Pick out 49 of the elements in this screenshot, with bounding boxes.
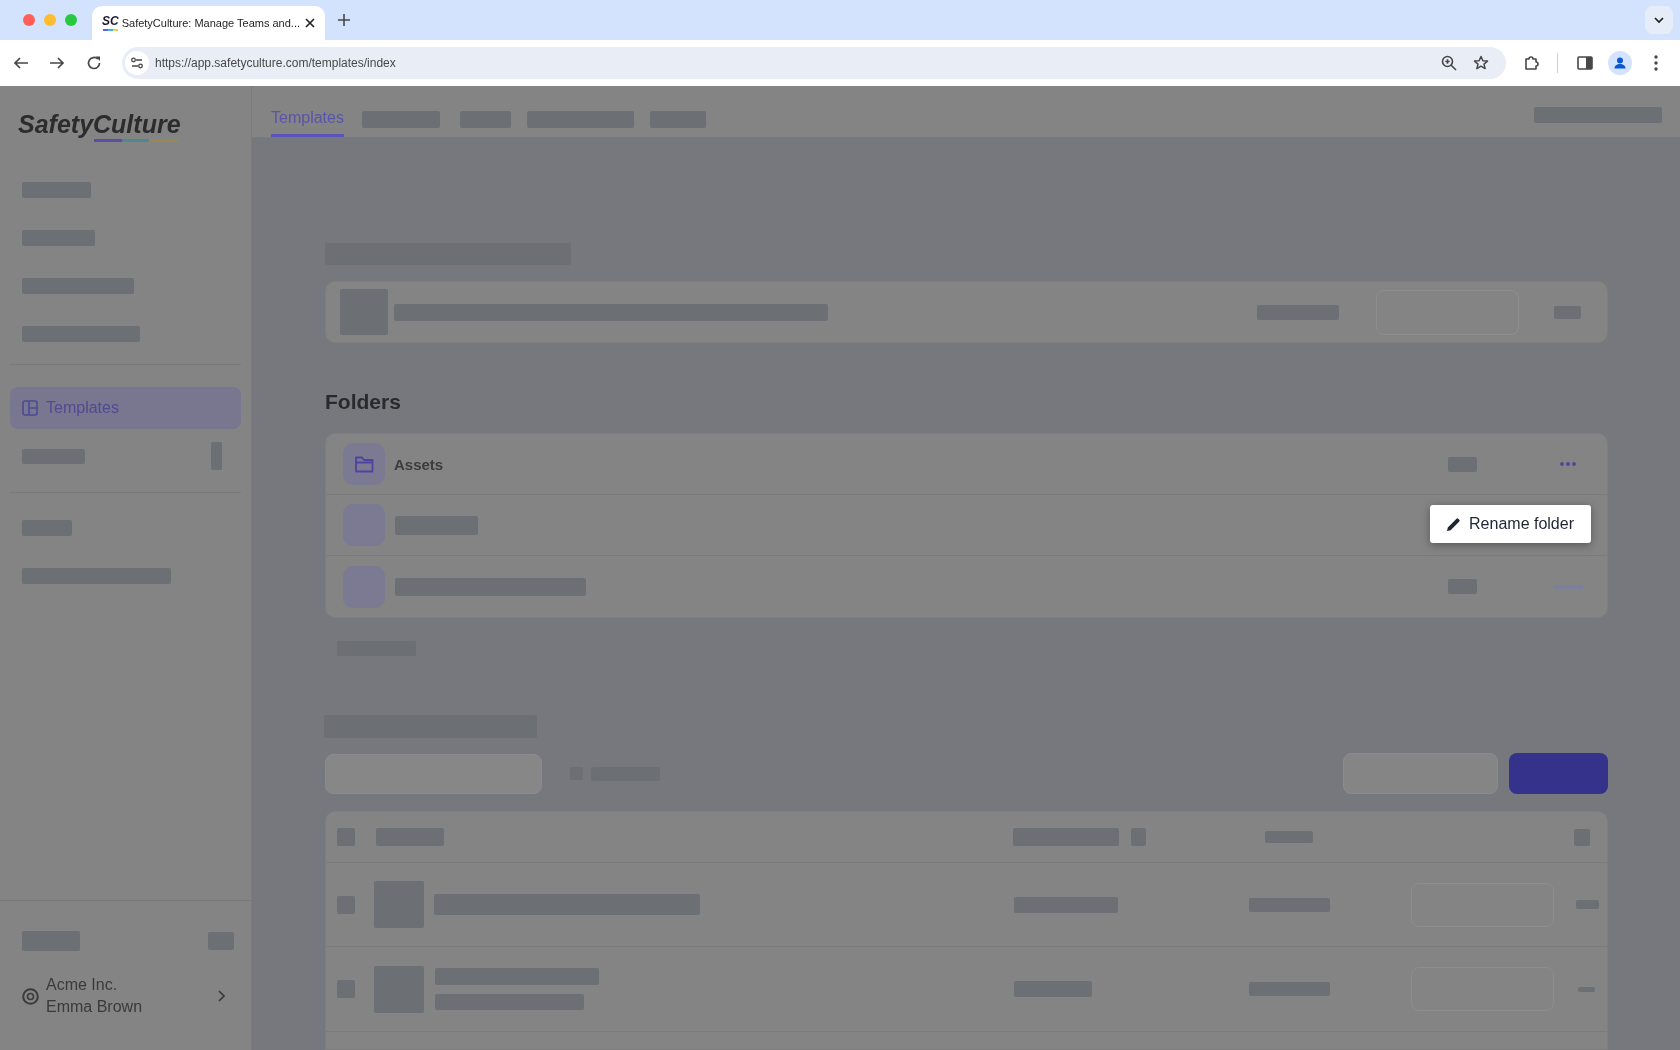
skeleton-square bbox=[1574, 828, 1590, 846]
skeleton-bar bbox=[459, 111, 511, 128]
skeleton-square bbox=[337, 980, 355, 998]
pencil-icon bbox=[1446, 516, 1462, 532]
layout-icon bbox=[22, 400, 38, 416]
skeleton-square bbox=[337, 828, 355, 846]
ring-icon bbox=[22, 987, 39, 1005]
close-icon[interactable] bbox=[305, 18, 315, 28]
plus-icon[interactable] bbox=[338, 14, 350, 26]
skeleton-bar bbox=[1554, 305, 1581, 319]
section-heading: Folders bbox=[325, 389, 402, 415]
favicon: SC bbox=[102, 15, 119, 31]
address-bar[interactable]: https://app.safetyculture.com/templates/index bbox=[122, 47, 1506, 79]
skeleton-bar bbox=[211, 442, 222, 470]
skeleton-bar bbox=[649, 111, 706, 128]
skeleton-square bbox=[337, 895, 355, 914]
profile-icon[interactable] bbox=[1608, 51, 1632, 75]
skeleton-bar bbox=[22, 448, 85, 464]
star-icon[interactable] bbox=[1473, 55, 1489, 71]
image-placeholder bbox=[374, 965, 424, 1013]
forward-arrow-icon[interactable] bbox=[49, 55, 65, 71]
skeleton-bar bbox=[22, 931, 80, 951]
user-name: Emma Brown bbox=[46, 997, 143, 1017]
folder-icon bbox=[343, 443, 385, 485]
skeleton-bar bbox=[376, 828, 444, 846]
back-arrow-icon[interactable] bbox=[13, 55, 29, 71]
tune-icon[interactable] bbox=[125, 51, 149, 75]
organization-name: Acme Inc. bbox=[46, 975, 119, 995]
chevron-right-icon[interactable] bbox=[217, 990, 225, 1002]
skeleton-bar bbox=[1448, 456, 1477, 472]
image-placeholder bbox=[340, 289, 388, 335]
image-placeholder bbox=[374, 881, 424, 928]
zoom-in-icon[interactable] bbox=[1441, 55, 1457, 71]
puzzle-icon[interactable] bbox=[1524, 55, 1540, 71]
skeleton-bar bbox=[208, 932, 234, 950]
skeleton-bar bbox=[1578, 986, 1595, 992]
skeleton-bar bbox=[1576, 900, 1599, 909]
skeleton-bar bbox=[1554, 584, 1583, 589]
menu-item[interactable]: Rename folder bbox=[1446, 505, 1574, 543]
skeleton-bar bbox=[22, 520, 72, 536]
browser-tab[interactable]: SC SafetyCulture: Manage Teams and... bbox=[92, 6, 325, 40]
skeleton-bar bbox=[1448, 579, 1477, 594]
skeleton-square bbox=[1131, 828, 1146, 846]
skeleton-bar bbox=[22, 182, 91, 198]
chevron-down-icon[interactable] bbox=[1645, 6, 1673, 34]
menu-icon[interactable] bbox=[1654, 55, 1658, 71]
reload-icon[interactable] bbox=[86, 55, 102, 71]
side-panel-icon[interactable] bbox=[1577, 55, 1593, 71]
skeleton-bar bbox=[1265, 831, 1313, 843]
